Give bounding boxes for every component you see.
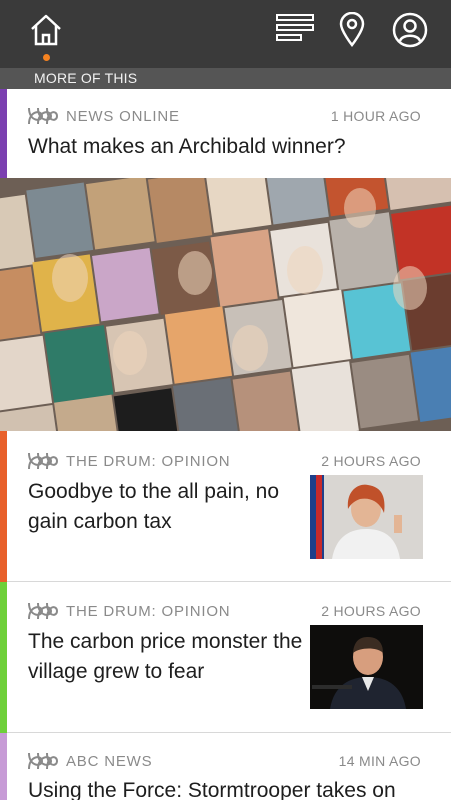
story-card[interactable]: THE DRUM: OPINION 2 HOURS AGO Goodbye to…: [0, 431, 451, 582]
story-headline: Goodbye to the all pain, no gain carbon …: [28, 480, 280, 533]
story-card[interactable]: ABC NEWS 14 MIN AGO Using the Force: Sto…: [0, 733, 451, 800]
active-indicator-dot: [43, 54, 50, 61]
top-bar: [0, 0, 451, 68]
story-source: NEWS ONLINE: [28, 106, 180, 126]
story-accent-bar: [0, 582, 7, 733]
woman-speaking-image: [310, 475, 423, 559]
story-headline: What makes an Archibald winner?: [28, 135, 346, 158]
story-time: 2 HOURS AGO: [321, 603, 421, 619]
story-source: ABC NEWS: [28, 751, 152, 771]
story-accent-bar: [0, 733, 7, 800]
abc-logo-icon: [28, 602, 58, 620]
story-source-name: ABC NEWS: [66, 752, 153, 770]
story-source: THE DRUM: OPINION: [28, 451, 230, 471]
story-thumbnail: [310, 475, 423, 559]
abc-logo-icon: [28, 452, 58, 470]
section-title: MORE OF THIS: [34, 70, 138, 86]
abc-logo-icon: [28, 752, 58, 770]
story-accent-bar: [0, 89, 7, 178]
story-time: 1 HOUR AGO: [330, 108, 421, 124]
story-accent-bar: [0, 431, 7, 582]
abc-logo-icon: [28, 107, 58, 125]
story-source-name: THE DRUM: OPINION: [66, 602, 231, 620]
story-time: 14 MIN AGO: [338, 753, 421, 769]
man-speaking-image: [310, 625, 423, 709]
profile-icon[interactable]: [392, 12, 428, 48]
story-headline: The carbon price monster the village gre…: [28, 630, 303, 683]
story-time: 2 HOURS AGO: [321, 453, 421, 469]
section-header: MORE OF THIS: [0, 68, 451, 89]
portrait-collage-image: [0, 178, 451, 431]
story-source-name: THE DRUM: OPINION: [66, 452, 231, 470]
menu-lines-icon[interactable]: [276, 12, 314, 48]
story-source: THE DRUM: OPINION: [28, 601, 230, 621]
story-card[interactable]: THE DRUM: OPINION 2 HOURS AGO The carbon…: [0, 582, 451, 733]
story-hero-image[interactable]: [0, 178, 451, 431]
story-headline: Using the Force: Stormtrooper takes on: [28, 779, 396, 800]
story-source-name: NEWS ONLINE: [66, 107, 180, 125]
story-thumbnail: [310, 625, 423, 709]
location-pin-icon[interactable]: [338, 11, 366, 48]
home-icon[interactable]: [28, 12, 64, 48]
